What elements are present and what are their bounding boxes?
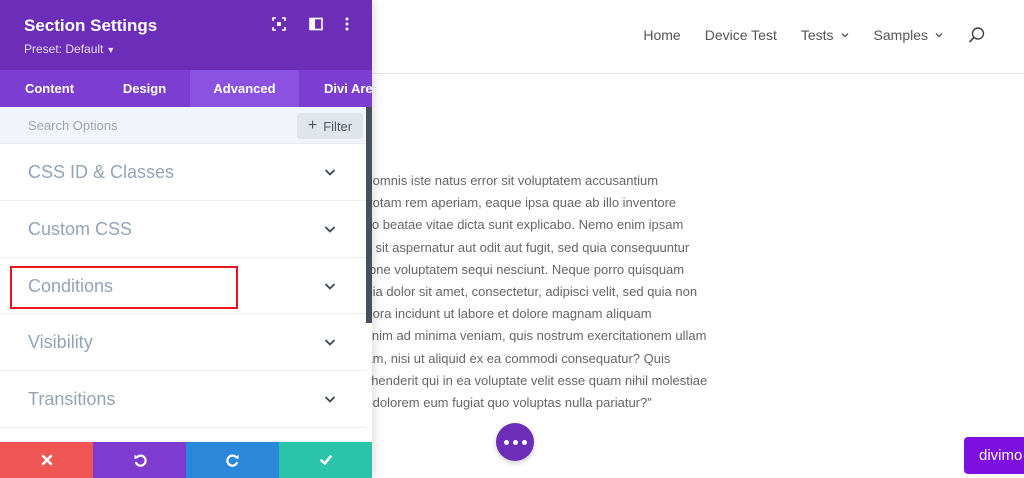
chevron-down-icon bbox=[324, 339, 336, 347]
body-text: s unde omnis iste natus error sit volupt… bbox=[330, 170, 790, 414]
badge-label: divimo bbox=[979, 447, 1023, 464]
chevron-down-icon bbox=[841, 33, 849, 38]
more-vertical-icon[interactable] bbox=[339, 16, 355, 32]
chevron-down-icon bbox=[324, 282, 336, 290]
text-line: qui ratione voluptatem sequi nesciunt. N… bbox=[330, 261, 685, 277]
group-label: Conditions bbox=[28, 275, 114, 296]
preset-selector[interactable]: Preset: Default ▼ bbox=[24, 42, 115, 56]
more-options-button[interactable] bbox=[496, 423, 534, 461]
group-css-id-classes[interactable]: CSS ID & Classes bbox=[0, 144, 366, 201]
group-label: Visibility bbox=[28, 332, 93, 353]
filter-label: Filter bbox=[323, 118, 353, 134]
group-conditions[interactable]: Conditions bbox=[0, 258, 366, 315]
modal-footer bbox=[0, 442, 372, 478]
chevron-down-icon bbox=[324, 396, 336, 403]
modal-header: Section Settings Preset: Default ▼ bbox=[0, 0, 372, 70]
scrollbar[interactable] bbox=[366, 107, 372, 323]
group-label: Custom CSS bbox=[28, 218, 133, 239]
tab-design[interactable]: Design bbox=[99, 70, 190, 107]
divimode-badge[interactable]: divimo bbox=[964, 437, 1024, 474]
dot-icon bbox=[521, 439, 527, 445]
close-icon bbox=[41, 454, 52, 466]
plus-icon: + bbox=[307, 117, 318, 134]
save-button[interactable] bbox=[279, 442, 372, 478]
text-line: sum quia dolor sit amet, consectetur, ad… bbox=[330, 284, 698, 300]
tab-advanced[interactable]: Advanced bbox=[190, 70, 299, 107]
chevron-down-icon bbox=[324, 169, 336, 176]
undo-icon bbox=[134, 454, 147, 467]
chevron-down-icon bbox=[324, 226, 336, 233]
dot-icon bbox=[512, 439, 518, 445]
tab-content[interactable]: Content bbox=[0, 70, 99, 107]
redo-button[interactable] bbox=[186, 442, 279, 478]
cancel-button[interactable] bbox=[0, 442, 93, 478]
nav-item-samples[interactable]: Samples bbox=[874, 27, 944, 43]
search-row: + Filter bbox=[0, 107, 366, 144]
nav-item-device-test[interactable]: Device Test bbox=[705, 27, 777, 43]
settings-tabs: Content Design Advanced Divi Are bbox=[0, 70, 372, 107]
group-label: CSS ID & Classes bbox=[28, 162, 175, 182]
chevron-down-icon bbox=[935, 33, 943, 38]
text-line: um qui dolorem eum fugiat quo voluptas n… bbox=[330, 395, 652, 411]
search-icon[interactable] bbox=[968, 26, 986, 44]
section-settings-modal: Section Settings Preset: Default ▼ Conten… bbox=[0, 0, 372, 478]
nav-item-label: Samples bbox=[873, 27, 928, 43]
preset-label: Preset: Default bbox=[24, 42, 104, 56]
undo-button[interactable] bbox=[93, 442, 186, 478]
redo-icon bbox=[225, 454, 238, 467]
check-icon bbox=[319, 455, 332, 465]
text-line: rchitecto beatae vitae dicta sunt explic… bbox=[330, 217, 684, 233]
fullscreen-icon[interactable] bbox=[271, 16, 287, 32]
nav-item-label: Tests bbox=[800, 27, 834, 43]
group-custom-css[interactable]: Custom CSS bbox=[0, 201, 366, 258]
nav-item-label: Home bbox=[643, 27, 681, 43]
group-transitions[interactable]: Transitions bbox=[0, 371, 366, 428]
sidebar-toggle-icon[interactable] bbox=[308, 16, 324, 32]
text-line: ntium, totam rem aperiam, eaque ipsa qua… bbox=[330, 195, 677, 211]
screen: Home Device Test Tests Samples s unde om… bbox=[0, 0, 1024, 478]
filter-button[interactable]: + Filter bbox=[297, 113, 363, 139]
text-line: e reprehenderit qui in ea voluptate veli… bbox=[330, 372, 708, 388]
tab-divi-areas[interactable]: Divi Are bbox=[299, 70, 372, 107]
option-groups: CSS ID & Classes Custom CSS Conditions V… bbox=[0, 144, 366, 428]
caret-down-icon: ▼ bbox=[106, 45, 116, 55]
group-visibility[interactable]: Visibility bbox=[0, 314, 366, 372]
nav-item-home[interactable]: Home bbox=[643, 27, 680, 43]
nav-item-tests[interactable]: Tests bbox=[801, 27, 850, 43]
modal-title: Section Settings bbox=[24, 16, 158, 35]
search-options-input[interactable] bbox=[0, 107, 290, 144]
dot-icon bbox=[503, 439, 509, 445]
text-line: oluptas sit aspernatur aut odit aut fugi… bbox=[330, 239, 690, 255]
text-line: boriosam, nisi ut aliquid ex ea commodi … bbox=[330, 350, 671, 366]
main-nav: Home Device Test Tests Samples bbox=[619, 26, 986, 44]
text-line: s unde omnis iste natus error sit volupt… bbox=[330, 173, 659, 188]
nav-item-label: Device Test bbox=[704, 27, 777, 43]
text-line: m. Ut enim ad minima veniam, quis nostru… bbox=[330, 328, 707, 344]
text-line: di tempora incidunt ut labore et dolore … bbox=[330, 306, 652, 322]
group-label: Transitions bbox=[28, 389, 116, 410]
